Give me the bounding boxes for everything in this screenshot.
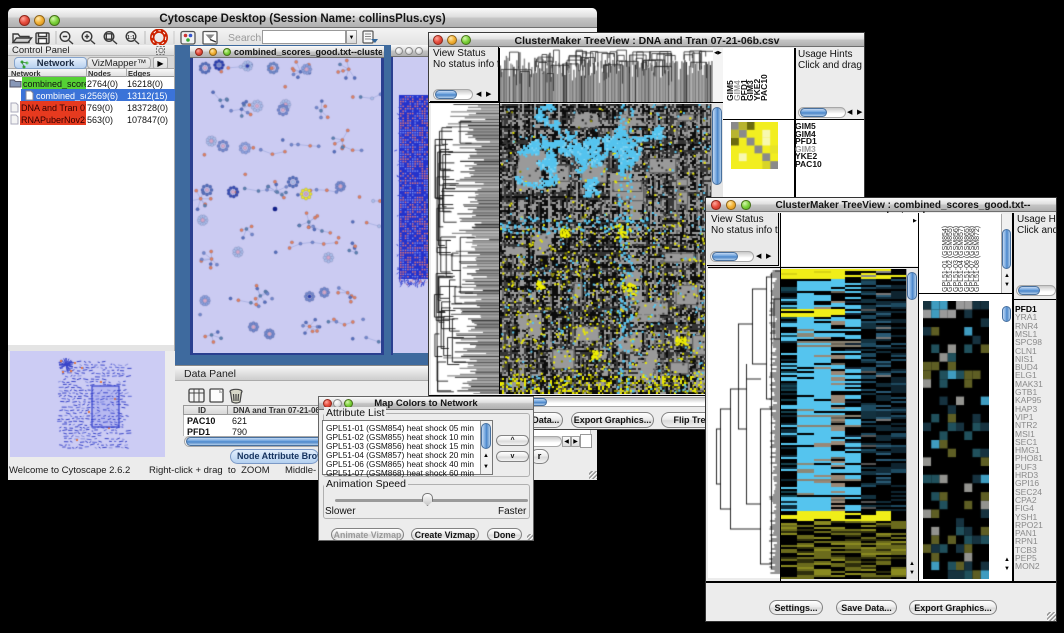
- svg-text:1:1: 1:1: [127, 35, 135, 41]
